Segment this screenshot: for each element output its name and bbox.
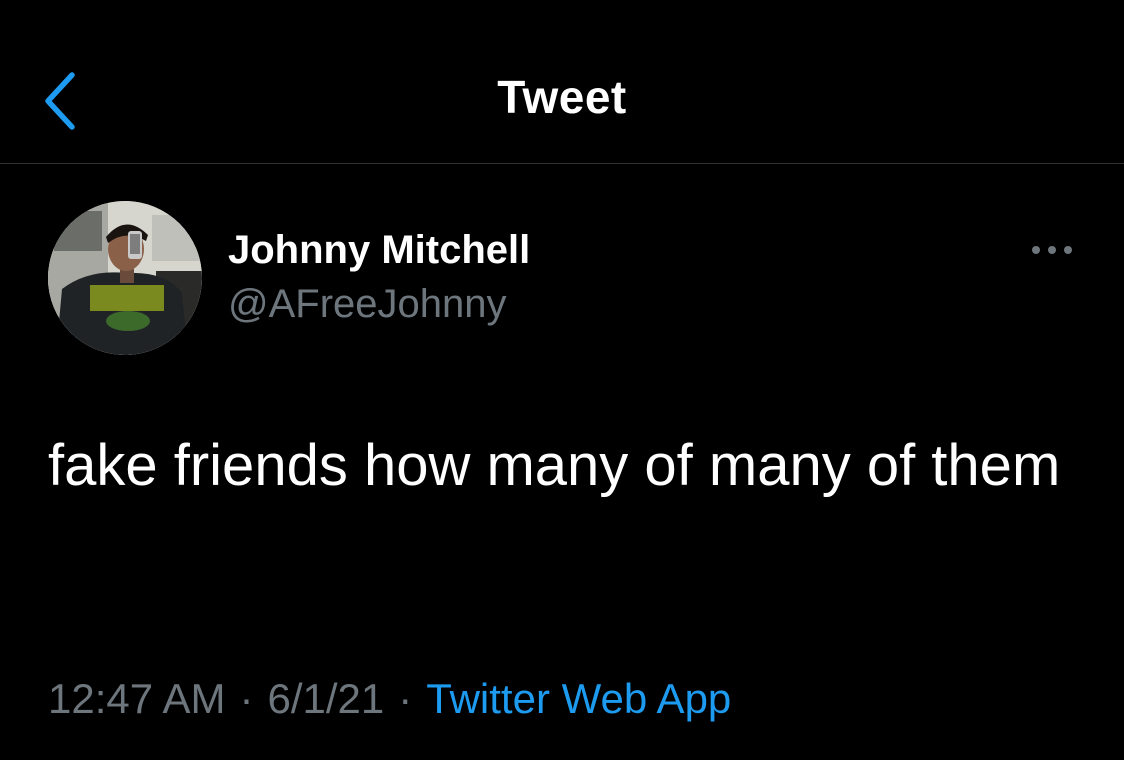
avatar[interactable] — [48, 201, 202, 355]
author-handle[interactable]: @AFreeJohnny — [228, 282, 507, 327]
ellipsis-icon — [1032, 246, 1072, 254]
profile-photo — [48, 201, 202, 355]
tweet-date: 6/1/21 — [267, 675, 385, 722]
page-title: Tweet — [497, 71, 627, 123]
separator-dot: · — [239, 675, 254, 722]
tweet-source-link[interactable]: Twitter Web App — [426, 675, 731, 722]
more-options-button[interactable] — [1022, 232, 1082, 268]
tweet-time: 12:47 AM — [48, 675, 226, 722]
tweet-text: fake friends how many of many of them — [48, 433, 1061, 498]
top-nav-bar: Tweet — [0, 0, 1124, 164]
tweet-metadata: 12:47 AM · 6/1/21 · Twitter Web App — [48, 675, 731, 723]
separator-dot: · — [398, 675, 413, 722]
author-display-name[interactable]: Johnny Mitchell — [228, 228, 530, 273]
